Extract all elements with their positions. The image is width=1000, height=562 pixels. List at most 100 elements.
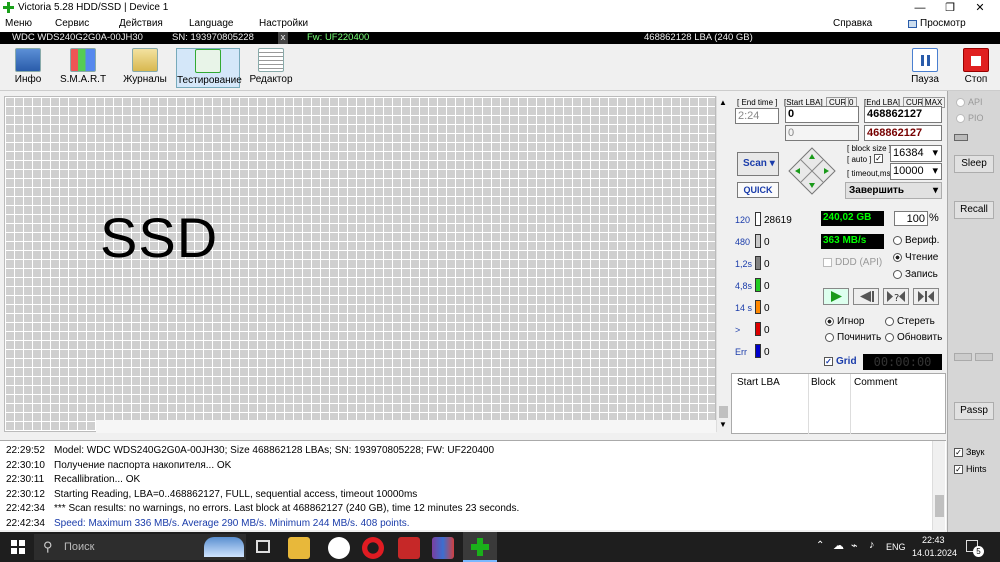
smart-button[interactable]: S.M.A.R.T bbox=[55, 48, 111, 88]
read-radio[interactable] bbox=[893, 252, 902, 262]
restore-button[interactable]: ❐ bbox=[935, 0, 965, 16]
api-option[interactable]: API bbox=[956, 97, 983, 108]
tray-network-icon[interactable]: ⌁ bbox=[851, 539, 858, 552]
taskbar-search-box[interactable]: ⚲ Поиск bbox=[34, 534, 246, 560]
testing-button[interactable]: Тестирование bbox=[176, 48, 242, 88]
api-label: API bbox=[968, 97, 983, 107]
task-view-icon[interactable] bbox=[256, 540, 270, 553]
end-lba-current: 468862127 bbox=[864, 125, 942, 141]
opera-icon[interactable] bbox=[362, 537, 384, 559]
recall-button[interactable]: Recall bbox=[954, 201, 994, 219]
explorer-icon[interactable] bbox=[288, 537, 310, 559]
action-repair[interactable]: Починить bbox=[825, 332, 881, 343]
close-button[interactable]: ✕ bbox=[965, 0, 995, 16]
tray-time[interactable]: 22:43 bbox=[922, 535, 945, 545]
pio-option[interactable]: PIO bbox=[956, 113, 984, 124]
menu-item-actions[interactable]: Действия bbox=[119, 17, 163, 31]
ignore-radio[interactable] bbox=[825, 316, 834, 326]
pdf-app-icon[interactable] bbox=[398, 537, 420, 559]
victoria-taskbar-button[interactable] bbox=[463, 532, 497, 562]
minimize-button[interactable]: — bbox=[905, 0, 935, 16]
hints-option[interactable]: ✓ Hints bbox=[954, 464, 987, 475]
scan-label: Scan bbox=[743, 158, 767, 169]
mode-write[interactable]: Запись bbox=[893, 269, 938, 280]
direction-pad-icon[interactable] bbox=[787, 146, 837, 196]
ddd-label: DDD (API) bbox=[835, 257, 883, 268]
toolbar: Инфо S.M.A.R.T Журналы Тестирование Реда… bbox=[0, 45, 1000, 91]
timeout-select[interactable]: 10000 ▾ bbox=[890, 163, 942, 180]
butterfly-button[interactable] bbox=[913, 288, 939, 305]
defects-table[interactable]: Start LBA Block Comment bbox=[731, 373, 946, 434]
play-backward-button[interactable] bbox=[853, 288, 879, 305]
menu-item-language[interactable]: Language bbox=[189, 17, 234, 31]
random-seek-button[interactable]: ? bbox=[883, 288, 909, 305]
scroll-thumb[interactable] bbox=[719, 406, 728, 418]
hints-checkbox[interactable]: ✓ bbox=[954, 465, 963, 475]
mode-read[interactable]: Чтение bbox=[893, 252, 938, 263]
menu-item-settings[interactable]: Настройки bbox=[259, 17, 308, 31]
pause-button[interactable]: Пауза bbox=[900, 48, 950, 88]
tray-language[interactable]: ENG bbox=[886, 542, 906, 552]
ddd-api-option[interactable]: DDD (API) bbox=[823, 257, 882, 268]
auto-block-checkbox[interactable]: ✓ bbox=[874, 154, 883, 163]
menu-item-service[interactable]: Сервис bbox=[55, 17, 89, 31]
repair-radio[interactable] bbox=[825, 332, 834, 342]
log-message: Model: WDC WDS240G2G0A-00JH30; Size 4688… bbox=[54, 445, 495, 456]
tray-date[interactable]: 14.01.2024 bbox=[912, 548, 957, 558]
refresh-radio[interactable] bbox=[885, 332, 894, 342]
log-scrollbar[interactable] bbox=[932, 441, 945, 530]
mode-verify[interactable]: Вериф. bbox=[893, 235, 939, 246]
tray-volume-icon[interactable]: ♪ bbox=[869, 539, 875, 551]
erase-radio[interactable] bbox=[885, 316, 894, 326]
sound-label: Звук bbox=[966, 447, 985, 457]
grid-checkbox[interactable]: ✓ bbox=[824, 356, 833, 366]
end-lba-input[interactable]: 468862127 bbox=[864, 106, 942, 123]
stop-icon bbox=[963, 48, 989, 72]
play-forward-button[interactable] bbox=[823, 288, 849, 305]
sound-option[interactable]: ✓ Звук bbox=[954, 447, 985, 458]
log-scroll-thumb[interactable] bbox=[935, 495, 944, 517]
write-radio[interactable] bbox=[893, 269, 902, 279]
scan-button[interactable]: Scan ▾ bbox=[737, 152, 779, 176]
ddd-checkbox[interactable] bbox=[823, 257, 832, 267]
side-strip: API PIO Sleep Recall Passp ✓ Звук ✓ Hints bbox=[947, 91, 1000, 532]
grid-scrollbar[interactable]: ▲ ▼ bbox=[716, 96, 729, 432]
yandex-browser-icon[interactable] bbox=[328, 537, 350, 559]
start-lba-input[interactable]: 0 bbox=[785, 106, 859, 123]
api-radio[interactable] bbox=[956, 98, 965, 108]
editor-label: Редактор bbox=[249, 74, 293, 85]
action-refresh[interactable]: Обновить bbox=[885, 332, 942, 343]
device-model[interactable]: WDC WDS240G2G0A-00JH30 bbox=[12, 32, 143, 44]
info-button[interactable]: Инфо bbox=[0, 48, 56, 88]
passp-button[interactable]: Passp bbox=[954, 402, 994, 420]
block-size-label: [ block size ] bbox=[847, 144, 892, 153]
control-panel: [ End time ] 2:24 [Start LBA] CUR 0 0 0 … bbox=[731, 94, 946, 434]
block-size-select[interactable]: 16384 ▾ bbox=[890, 145, 942, 162]
verify-radio[interactable] bbox=[893, 235, 902, 245]
menu-item-menu[interactable]: Меню bbox=[5, 17, 32, 31]
pio-radio[interactable] bbox=[956, 114, 965, 124]
scroll-up-icon[interactable]: ▲ bbox=[719, 98, 727, 107]
sound-checkbox[interactable]: ✓ bbox=[954, 448, 963, 458]
windows-start-icon[interactable] bbox=[11, 540, 25, 554]
device-close-button[interactable]: x bbox=[278, 32, 288, 44]
finish-action-select[interactable]: Завершить ▾ bbox=[845, 182, 942, 199]
sleep-button[interactable]: Sleep bbox=[954, 155, 994, 173]
editor-button[interactable]: Редактор bbox=[243, 48, 299, 88]
tray-chevron-up-icon[interactable]: ⌃ bbox=[816, 540, 824, 551]
tray-cloud-icon[interactable]: ☁ bbox=[833, 539, 844, 552]
grid-label: Grid bbox=[836, 356, 857, 367]
winrar-icon[interactable] bbox=[432, 537, 454, 559]
stop-button[interactable]: Стоп bbox=[951, 48, 1000, 88]
table-header-block: Block bbox=[811, 377, 836, 388]
size-done-display: 240,02 GB bbox=[821, 211, 884, 226]
quick-button[interactable]: QUICK bbox=[737, 182, 779, 198]
menu-item-help[interactable]: Справка bbox=[833, 17, 872, 31]
action-erase[interactable]: Стереть bbox=[885, 316, 935, 327]
action-ignore[interactable]: Игнор bbox=[825, 316, 864, 327]
log-panel[interactable]: 22:29:52 Model: WDC WDS240G2G0A-00JH30; S… bbox=[0, 440, 946, 530]
grid-toggle[interactable]: ✓ Grid bbox=[824, 356, 857, 367]
end-time-field[interactable]: 2:24 bbox=[735, 108, 779, 124]
scroll-down-icon[interactable]: ▼ bbox=[719, 420, 727, 429]
logs-button[interactable]: Журналы bbox=[117, 48, 173, 88]
